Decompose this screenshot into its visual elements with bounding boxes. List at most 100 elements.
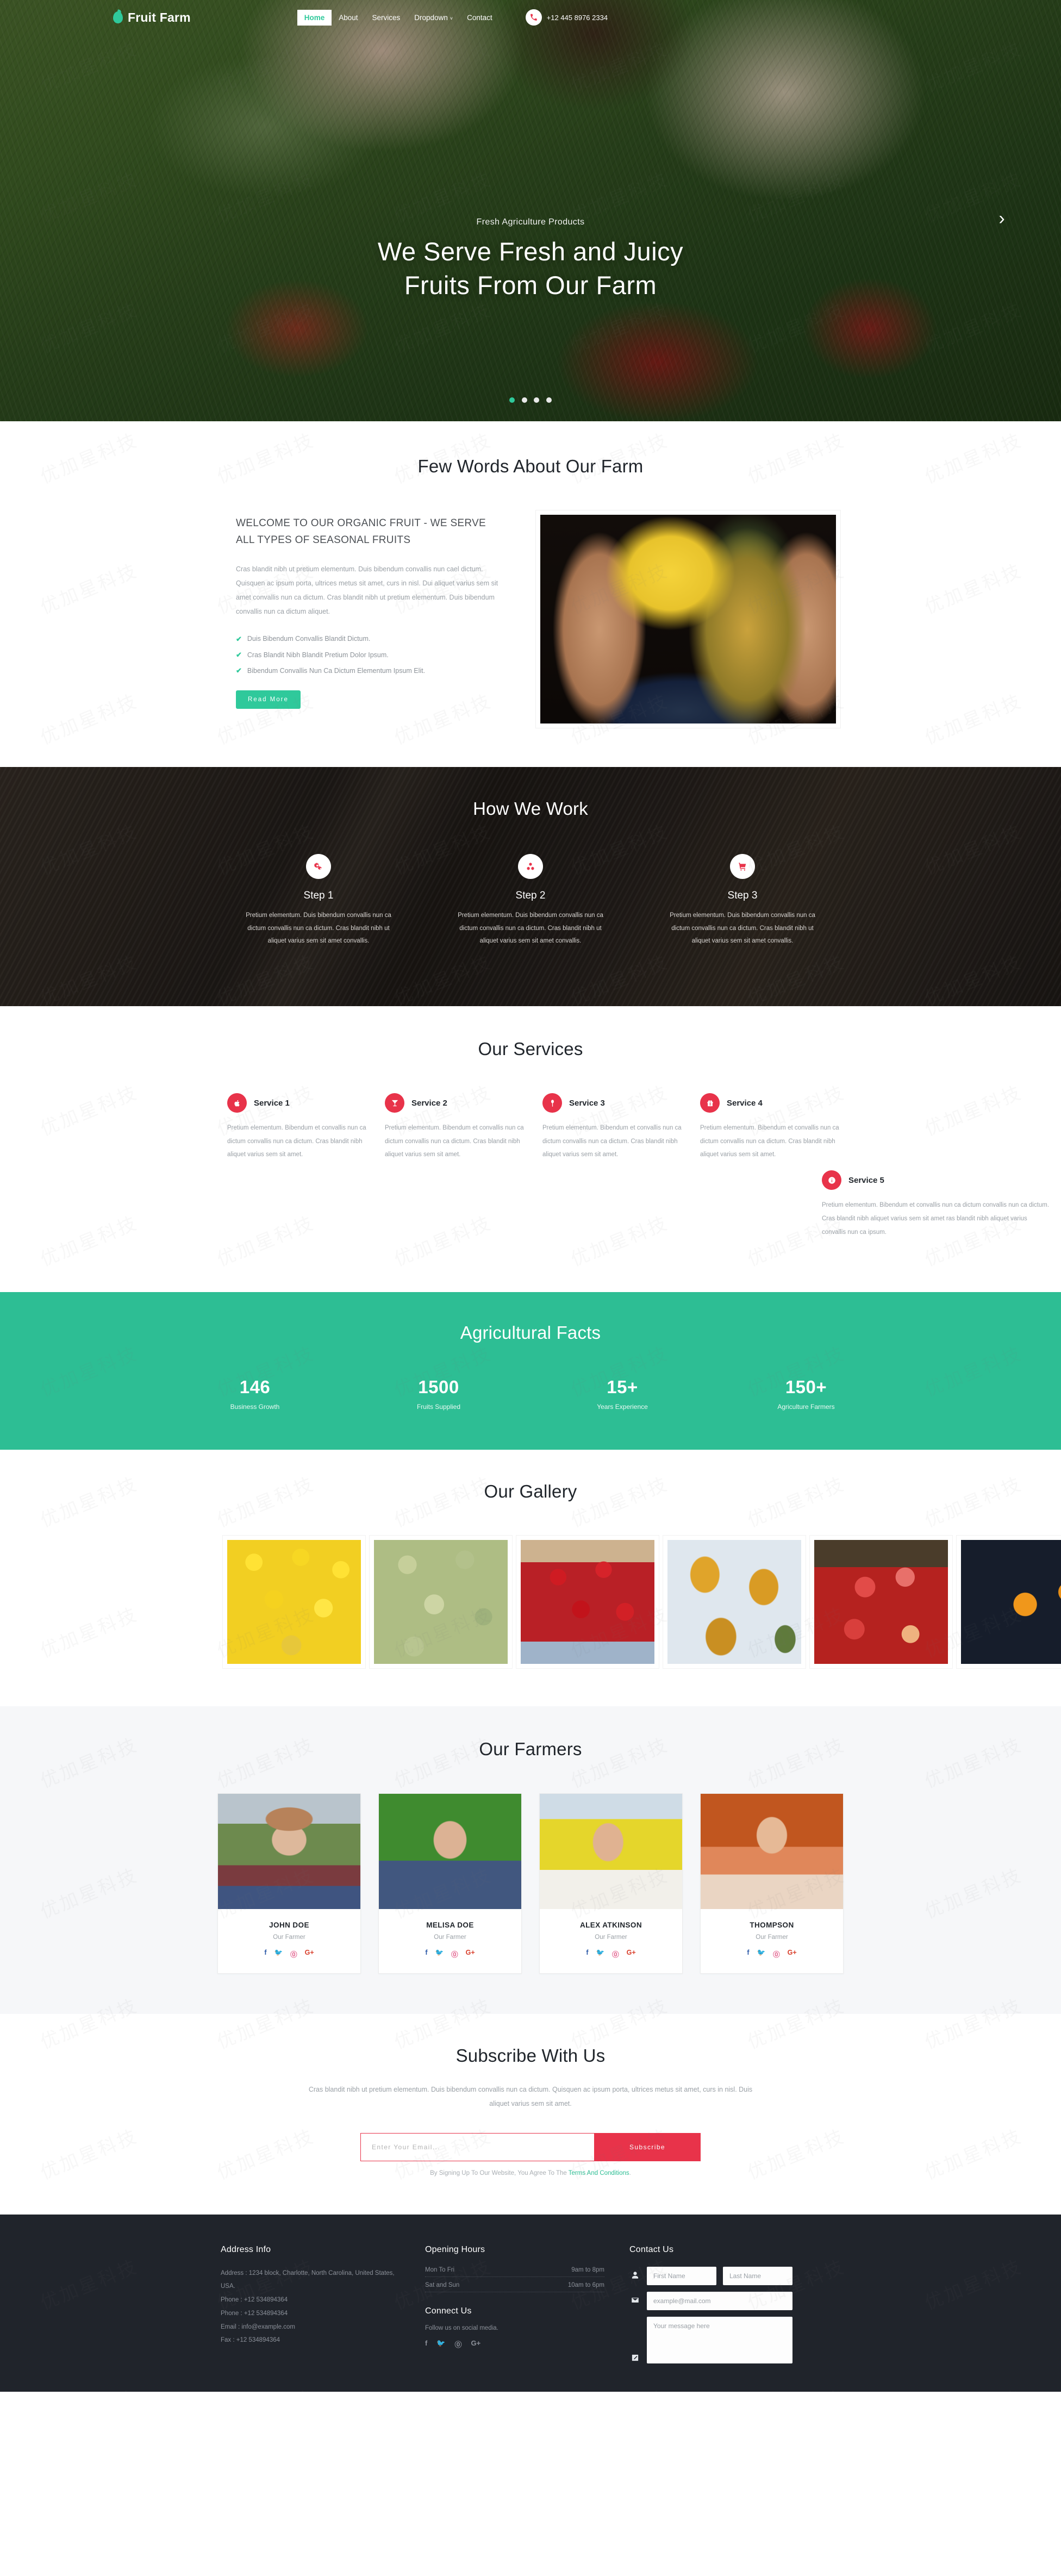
fact-value: 15+ xyxy=(607,1377,638,1398)
service-card: Service 1 Pretium elementum. Bibendum et… xyxy=(227,1093,366,1162)
about-bullet-list: ✔ Duis Bibendum Convallis Blandit Dictum.… xyxy=(236,631,507,679)
hero-section: Fruit Farm Home About Services Dropdown ˅… xyxy=(0,0,1061,421)
facebook-icon[interactable]: f xyxy=(747,1949,749,1959)
last-name-field[interactable] xyxy=(723,2266,792,2285)
step-card: Step 1 Pretium elementum. Duis bibendum … xyxy=(240,854,397,948)
slider-dot-1[interactable] xyxy=(509,397,515,403)
about-heading: WELCOME TO OUR ORGANIC FRUIT - WE SERVE … xyxy=(236,517,486,546)
fact-label: Business Growth xyxy=(230,1403,280,1411)
farmer-social-links: f 🐦 ⓪ G+ xyxy=(545,1949,677,1959)
farmers-section: Our Farmers JOHN DOE Our Farmer f 🐦 ⓪ G+ xyxy=(0,1706,1061,2014)
about-section: Few Words About Our Farm WELCOME TO OUR … xyxy=(0,421,1061,767)
dribbble-icon[interactable]: ⓪ xyxy=(290,1949,297,1959)
email-field[interactable] xyxy=(647,2291,792,2310)
message-field[interactable] xyxy=(647,2316,792,2363)
nav-item-services[interactable]: Services xyxy=(365,10,408,26)
subscribe-terms-note: By Signing Up To Our Website, You Agree … xyxy=(0,2170,1061,2176)
slider-dot-2[interactable] xyxy=(521,397,527,403)
bullet-text: Duis Bibendum Convallis Blandit Dictum. xyxy=(247,635,371,643)
nav-item-contact[interactable]: Contact xyxy=(460,10,500,26)
service-description: Pretium elementum. Bibendum et convallis… xyxy=(542,1125,682,1158)
gallery-image-strawberries[interactable] xyxy=(516,1536,659,1669)
twitter-icon[interactable]: 🐦 xyxy=(435,1949,444,1959)
footer-address-column: Address Info Address : 1234 block, Charl… xyxy=(221,2245,400,2370)
fact-value: 146 xyxy=(239,1377,271,1398)
farmer-name: MELISA DOE xyxy=(426,1921,474,1930)
brand-logo[interactable]: Fruit Farm xyxy=(107,10,191,25)
opening-hours-list: Mon To Fri 9am to 8pm Sat and Sun 10am t… xyxy=(425,2267,604,2292)
first-name-field[interactable] xyxy=(647,2266,716,2285)
farmer-social-links: f 🐦 ⓪ G+ xyxy=(223,1949,355,1959)
subscribe-paragraph: Cras blandit nibh ut pretium elementum. … xyxy=(308,2086,753,2108)
farmer-card: THOMPSON Our Farmer f 🐦 ⓪ G+ xyxy=(700,1793,844,1974)
hero-overlay xyxy=(0,0,1061,421)
brand-name: Fruit Farm xyxy=(128,10,191,24)
subscribe-form: Subscribe xyxy=(0,2132,1061,2161)
dribbble-icon[interactable]: ⓪ xyxy=(773,1949,780,1959)
footer-address-lines: Address : 1234 block, Charlotte, North C… xyxy=(221,2267,400,2347)
contact-name-row xyxy=(629,2266,840,2285)
terms-and-conditions-link[interactable]: Terms And Conditions xyxy=(569,2170,629,2176)
hero-title-line1: We Serve Fresh and Juicy xyxy=(377,237,684,266)
farmers-row: JOHN DOE Our Farmer f 🐦 ⓪ G+ MELISA DOE … xyxy=(0,1793,1061,1974)
hero-subtitle: Fresh Agriculture Products xyxy=(476,217,585,227)
service-name: Service 1 xyxy=(254,1098,290,1108)
fact-label: Years Experience xyxy=(597,1403,648,1411)
fact-item: 146 Business Growth xyxy=(201,1377,309,1411)
subscribe-button[interactable]: Subscribe xyxy=(594,2132,701,2161)
facebook-icon[interactable]: f xyxy=(264,1949,266,1959)
google-plus-icon[interactable]: G+ xyxy=(471,2339,481,2349)
list-item: ✔ Bibendum Convallis Nun Ca Dictum Elemen… xyxy=(236,663,507,678)
nav-item-dropdown[interactable]: Dropdown ˅ xyxy=(407,10,460,26)
about-image xyxy=(536,510,840,728)
contact-message-row xyxy=(629,2316,840,2363)
twitter-icon[interactable]: 🐦 xyxy=(757,1949,766,1959)
service-card: Service 5 Pretium elementum. Bibendum et… xyxy=(822,1170,1052,1239)
info-icon xyxy=(822,1170,841,1190)
google-plus-icon[interactable]: G+ xyxy=(788,1949,797,1959)
facebook-icon[interactable]: f xyxy=(425,1949,427,1959)
gallery-image-oranges[interactable] xyxy=(957,1536,1061,1669)
google-plus-icon[interactable]: G+ xyxy=(627,1949,636,1959)
gallery-image-pears[interactable] xyxy=(370,1536,512,1669)
hours-time: 9am to 8pm xyxy=(571,2266,604,2273)
dribbble-icon[interactable]: ⓪ xyxy=(455,2339,462,2349)
phone-line-1: Phone : +12 534894364 xyxy=(221,2297,288,2304)
email-input[interactable] xyxy=(360,2132,594,2161)
dribbble-icon[interactable]: ⓪ xyxy=(451,1949,458,1959)
gallery-image-pineapples[interactable] xyxy=(663,1536,806,1669)
twitter-icon[interactable]: 🐦 xyxy=(436,2339,445,2349)
step-name: Step 3 xyxy=(727,890,758,901)
gallery-image-lemons[interactable] xyxy=(223,1536,365,1669)
terms-prefix: By Signing Up To Our Website, You Agree … xyxy=(430,2169,569,2176)
read-more-button[interactable]: Read More xyxy=(236,690,301,709)
facebook-icon[interactable]: f xyxy=(586,1949,588,1959)
dribbble-icon[interactable]: ⓪ xyxy=(612,1949,619,1959)
hours-time: 10am to 6pm xyxy=(567,2281,604,2288)
slider-dot-4[interactable] xyxy=(546,397,552,403)
spoon-icon xyxy=(542,1093,562,1113)
service-card: Service 2 Pretium elementum. Bibendum et… xyxy=(385,1093,524,1162)
twitter-icon[interactable]: 🐦 xyxy=(274,1949,283,1959)
service-name: Service 3 xyxy=(569,1098,605,1108)
subscribe-section: Subscribe With Us Cras blandit nibh ut p… xyxy=(0,2014,1061,2215)
footer-address-title: Address Info xyxy=(221,2244,271,2254)
hours-row: Sat and Sun 10am to 6pm xyxy=(425,2282,604,2292)
fact-item: 15+ Years Experience xyxy=(568,1377,677,1411)
facebook-icon[interactable]: f xyxy=(425,2339,427,2349)
slider-dot-3[interactable] xyxy=(534,397,540,403)
google-plus-icon[interactable]: G+ xyxy=(305,1949,314,1959)
farmer-social-links: f 🐦 ⓪ G+ xyxy=(706,1949,838,1959)
google-plus-icon[interactable]: G+ xyxy=(466,1949,475,1959)
facts-row: 146 Business Growth 1500 Fruits Supplied… xyxy=(0,1377,1061,1411)
twitter-icon[interactable]: 🐦 xyxy=(596,1949,605,1959)
nav-item-about[interactable]: About xyxy=(332,10,365,26)
nav-phone[interactable]: +12 445 8976 2334 xyxy=(525,9,608,26)
gallery-image-apples[interactable] xyxy=(810,1536,952,1669)
footer-connect-title: Connect Us xyxy=(425,2306,472,2316)
hero-next-arrow-icon[interactable]: › xyxy=(993,209,1011,228)
nav-item-home[interactable]: Home xyxy=(297,9,332,26)
footer-hours-column: Opening Hours Mon To Fri 9am to 8pm Sat … xyxy=(425,2245,604,2370)
services-title: Our Services xyxy=(478,1039,583,1059)
footer-social-links: f 🐦 ⓪ G+ xyxy=(425,2339,604,2349)
